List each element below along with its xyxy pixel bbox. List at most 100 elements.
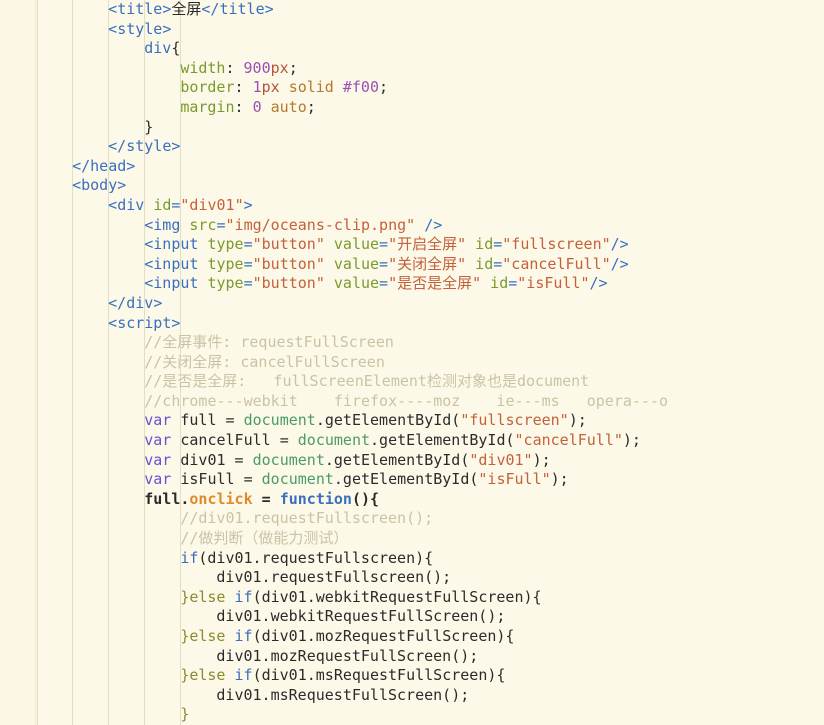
code-line[interactable]: //做判断（做能力测试）	[36, 529, 824, 549]
code-line[interactable]: if(div01.requestFullscreen){	[36, 549, 824, 569]
token-plain: isFull =	[171, 470, 262, 489]
token-tag: title	[219, 0, 265, 18]
token-obj: document	[243, 411, 316, 430]
code-line[interactable]: border: 1px solid #f00;	[36, 78, 824, 98]
token-tag: input	[153, 274, 199, 293]
token-tag: style	[117, 19, 163, 38]
token-str: "div01"	[469, 450, 533, 469]
token-kw2: if	[234, 666, 253, 685]
token-cssprop: margin	[180, 97, 235, 116]
token-punct: >	[171, 313, 181, 332]
code-line[interactable]: </style>	[36, 137, 824, 157]
code-line[interactable]: var div01 = document.getElementById("div…	[36, 451, 824, 471]
code-line[interactable]: div{	[36, 39, 824, 59]
token-brace: }	[180, 666, 190, 685]
code-line[interactable]: <style>	[36, 20, 824, 40]
token-tag: head	[90, 156, 127, 175]
token-punct: </	[201, 0, 220, 18]
token-punct: >	[162, 19, 172, 38]
code-line[interactable]: var full = document.getElementById("full…	[36, 411, 824, 431]
token-kw: var	[144, 450, 172, 469]
code-line[interactable]: <input type="button" value="关闭全屏" id="ca…	[36, 255, 824, 275]
token-punct: =	[243, 254, 253, 273]
code-line[interactable]: //是否是全屏: fullScreenElement检测对象也是document	[36, 372, 824, 392]
token-punct: <	[144, 215, 154, 234]
token-kw2: if	[234, 627, 253, 645]
code-line[interactable]: div01.msRequestFullScreen();	[36, 686, 824, 706]
token-plain: (div01.msRequestFullScreen){	[252, 666, 506, 685]
code-line[interactable]: <div id="div01">	[36, 196, 824, 216]
token-unit: px	[261, 78, 280, 97]
token-punct: =	[243, 235, 253, 254]
code-line[interactable]: //chrome---webkit firefox----moz ie---ms…	[36, 392, 824, 412]
code-line[interactable]: //div01.requestFullscreen();	[36, 509, 824, 529]
code-line[interactable]: var isFull = document.getElementById("is…	[36, 470, 824, 490]
code-line[interactable]: div01.requestFullscreen();	[36, 568, 824, 588]
code-line[interactable]: </head>	[36, 157, 824, 177]
token-punct: =	[508, 274, 518, 293]
code-line[interactable]: <body>	[36, 176, 824, 196]
code-line[interactable]: margin: 0 auto;	[36, 98, 824, 118]
token-punct: =	[493, 254, 503, 273]
code-line[interactable]: <title>全屏</title>	[36, 0, 824, 20]
token-attr: id	[490, 274, 509, 293]
token-punct: >	[117, 176, 127, 195]
token-kw2: if	[180, 548, 199, 567]
token-punct: =	[243, 274, 253, 293]
token-cmt: //div01.requestFullscreen();	[180, 509, 434, 528]
token-plain: div01.webkitRequestFullScreen();	[216, 607, 506, 626]
token-num: #f00	[342, 78, 379, 97]
token-punct: <	[72, 176, 82, 195]
token-attr: src	[189, 215, 217, 234]
code-line[interactable]: //关闭全屏: cancelFullScreen	[36, 353, 824, 373]
token-brace: }	[180, 587, 190, 606]
token-tag: div	[117, 195, 145, 214]
code-line[interactable]: }else if(div01.mozRequestFullScreen){	[36, 627, 824, 647]
code-line[interactable]: <img src="img/oceans-clip.png" />	[36, 216, 824, 236]
editor-gutter[interactable]	[0, 0, 36, 725]
code-line[interactable]: full.onclick = function(){	[36, 490, 824, 510]
token-punct: =	[379, 274, 389, 293]
token-attr: type	[207, 235, 244, 254]
token-cssprop: width	[180, 58, 226, 77]
token-str: "button"	[252, 274, 325, 293]
code-line[interactable]: }	[36, 118, 824, 138]
token-cmt: //做判断（做能力测试）	[180, 529, 349, 548]
code-line[interactable]: width: 900px;	[36, 59, 824, 79]
token-punct: >	[153, 293, 163, 312]
token-attr: id	[475, 254, 494, 273]
code-line[interactable]: <script>	[36, 314, 824, 334]
token-plain: ;	[288, 58, 298, 77]
token-plain: (div01.requestFullscreen){	[198, 548, 434, 567]
code-line[interactable]: </div>	[36, 294, 824, 314]
code-editor[interactable]: <title>全屏</title> <style> div{width: 900px…	[0, 0, 824, 725]
token-punct: <	[144, 274, 154, 293]
code-surface[interactable]: <title>全屏</title> <style> div{width: 900px…	[36, 0, 824, 725]
token-cmt: //chrome---webkit firefox----moz ie---ms…	[144, 391, 669, 410]
token-brace: }	[180, 627, 190, 645]
code-line[interactable]: <input type="button" value="开启全屏" id="fu…	[36, 235, 824, 255]
token-punct: <	[108, 313, 118, 332]
token-plain: .getElementById(	[315, 411, 461, 430]
token-plain: full =	[171, 411, 244, 430]
token-plain: :	[234, 78, 253, 97]
code-line[interactable]: //全屏事件: requestFullScreen	[36, 333, 824, 353]
code-line[interactable]: }	[36, 705, 824, 725]
code-line[interactable]: div01.mozRequestFullScreen();	[36, 647, 824, 667]
token-punct: <	[108, 195, 118, 214]
token-obj: document	[252, 450, 325, 469]
code-line[interactable]: <input type="button" value="是否是全屏" id="i…	[36, 274, 824, 294]
code-line[interactable]: var cancelFull = document.getElementById…	[36, 431, 824, 451]
token-str: "img/oceans-clip.png"	[225, 215, 416, 234]
code-line[interactable]: div01.webkitRequestFullScreen();	[36, 607, 824, 627]
code-line[interactable]: }else if(div01.webkitRequestFullScreen){	[36, 588, 824, 608]
token-punct: </	[108, 137, 127, 156]
code-line[interactable]: }else if(div01.msRequestFullScreen){	[36, 666, 824, 686]
token-attr: id	[475, 235, 494, 254]
token-punct: </	[108, 293, 127, 312]
token-brace: }	[180, 705, 190, 724]
